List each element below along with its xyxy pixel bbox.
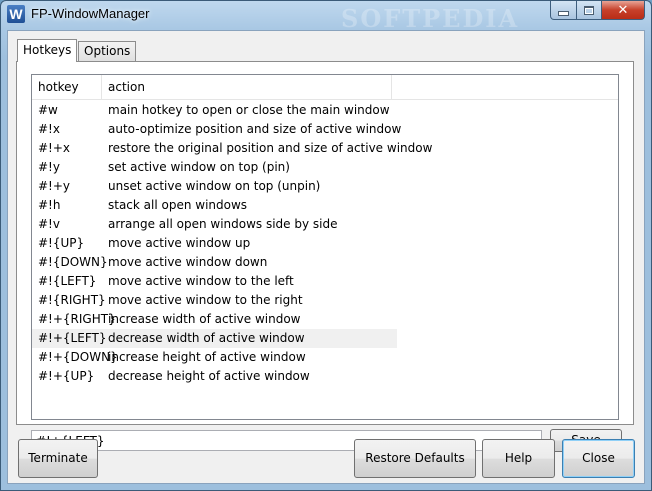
table-row[interactable]: #!+y unset active window on top (unpin) [32,177,618,196]
table-row[interactable]: #!y set active window on top (pin) [32,158,618,177]
title-bar[interactable]: W FP-WindowManager SOFTPEDIA ✕ [1,1,651,33]
close-icon: ✕ [617,2,629,18]
maximize-icon [584,5,594,15]
minimize-icon [558,10,569,16]
action-cell: stack all open windows [108,198,248,212]
window-title: FP-WindowManager [31,6,150,21]
action-cell: move active window to the left [108,274,294,288]
column-header-hotkey[interactable]: hotkey [32,75,102,99]
action-cell: arrange all open windows side by side [108,217,338,231]
maximize-button[interactable] [577,1,602,20]
table-row[interactable]: #!x auto-optimize position and size of ac… [32,120,618,139]
tab-options[interactable]: Options [78,41,137,61]
action-cell: increase height of active window [108,350,306,364]
hotkey-list[interactable]: hotkey action #w main hotkey to open or c… [31,74,619,420]
table-row[interactable]: #!{LEFT} move active window to the left [32,272,618,291]
table-row[interactable]: #!+{DOWN} increase height of active windo… [32,348,618,367]
hotkey-cell: #!{DOWN} [38,255,108,269]
action-cell: auto-optimize position and size of activ… [108,122,402,136]
table-row[interactable]: #!{RIGHT} move active window to the right [32,291,618,310]
table-row[interactable]: #!{DOWN} move active window down [32,253,618,272]
table-row[interactable]: #!v arrange all open windows side by side [32,215,618,234]
table-row[interactable]: #!{UP} move active window up [32,234,618,253]
action-cell: decrease width of active window [108,331,305,345]
help-button[interactable]: Help [482,439,555,478]
table-row[interactable]: #!+{UP} decrease height of active window [32,367,618,386]
close-button[interactable]: Close [562,439,635,478]
list-header: hotkey action [32,75,618,100]
table-row[interactable]: #!h stack all open windows [32,196,618,215]
action-cell: restore the original position and size o… [108,141,433,155]
action-cell: increase width of active window [108,312,301,326]
hotkey-cell: #!+y [38,179,71,193]
hotkey-cell: #!v [38,217,60,231]
hotkey-cell: #!+x [38,141,71,155]
table-row[interactable]: #!+{LEFT} decrease width of active window [32,329,397,348]
action-cell: main hotkey to open or close the main wi… [108,103,390,117]
action-cell: move active window to the right [108,293,303,307]
client-area: Hotkeys Options hotkey action #w main hot… [7,30,645,484]
table-row[interactable]: #!+x restore the original position and si… [32,139,618,158]
hotkey-cell: #!+{LEFT} [38,331,107,345]
hotkey-cell: #!{UP} [38,236,85,250]
terminate-button[interactable]: Terminate [18,439,98,478]
action-cell: move active window down [108,255,268,269]
action-cell: set active window on top (pin) [108,160,290,174]
hotkey-cell: #w [38,103,58,117]
column-header-action[interactable]: action [102,75,392,99]
minimize-button[interactable] [550,1,577,20]
table-row[interactable]: #w main hotkey to open or close the main … [32,101,618,120]
restore-defaults-button[interactable]: Restore Defaults [354,439,476,478]
hotkey-cell: #!{LEFT} [38,274,97,288]
window-close-button[interactable]: ✕ [602,1,645,20]
hotkey-cell: #!{RIGHT} [38,293,106,307]
app-w-icon[interactable]: W [7,5,25,23]
hotkey-cell: #!+{DOWN} [38,350,118,364]
hotkey-cell: #!h [38,198,61,212]
hotkey-cell: #!y [38,160,60,174]
action-cell: unset active window on top (unpin) [108,179,321,193]
hotkeys-panel: hotkey action #w main hotkey to open or c… [16,61,634,452]
action-cell: decrease height of active window [108,369,310,383]
action-cell: move active window up [108,236,251,250]
table-row[interactable]: #!+{RIGHT} increase width of active windo… [32,310,618,329]
watermark: SOFTPEDIA [341,4,520,33]
caption-buttons: ✕ [550,1,645,20]
hotkey-cell: #!+{UP} [38,369,95,383]
hotkey-cell: #!x [38,122,60,136]
main-window: W FP-WindowManager SOFTPEDIA ✕ Hotkeys O… [0,0,652,491]
hotkey-cell: #!+{RIGHT} [38,312,116,326]
tab-hotkeys[interactable]: Hotkeys [17,39,78,62]
